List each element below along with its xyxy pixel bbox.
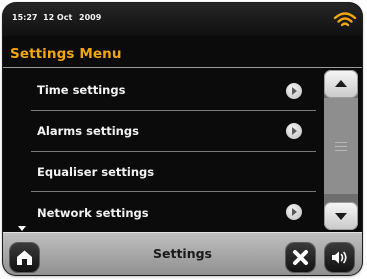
chevron-right-icon[interactable] <box>286 83 302 99</box>
page-title: Settings Menu <box>10 46 122 62</box>
date-year: 2009 <box>79 13 102 22</box>
volume-icon <box>332 251 347 264</box>
title-divider <box>3 67 362 68</box>
menu-item-equaliser-settings[interactable]: Equaliser settings <box>3 152 315 192</box>
menu-item-label: Alarms settings <box>37 124 139 138</box>
scrollbar-thumb[interactable] <box>324 98 358 194</box>
more-below-triangle-icon <box>18 226 26 231</box>
menu-item-label: Equaliser settings <box>37 165 155 179</box>
chevron-right-icon[interactable] <box>286 123 302 139</box>
volume-button[interactable] <box>325 243 354 272</box>
bottom-bar: Settings <box>3 232 362 275</box>
menu-item-time-settings[interactable]: Time settings <box>3 70 315 110</box>
scroll-down-button[interactable] <box>324 202 358 230</box>
status-bar: 15:27 12 Oct 2009 <box>3 3 362 36</box>
close-button[interactable] <box>286 243 315 272</box>
grip-line <box>335 146 347 147</box>
menu-item-label: Network settings <box>37 206 149 220</box>
scroll-up-icon <box>335 80 347 87</box>
wifi-signal-icon <box>333 12 357 27</box>
scroll-down-icon <box>335 213 347 220</box>
clock-time: 15:27 <box>12 13 38 22</box>
close-icon <box>293 250 308 265</box>
grip-line <box>335 142 347 143</box>
menu-item-label: Time settings <box>37 83 126 97</box>
menu-item-network-settings[interactable]: Network settings <box>3 192 315 232</box>
menu-item-alarms-settings[interactable]: Alarms settings <box>3 111 315 151</box>
device-screen: 15:27 12 Oct 2009 Settings Menu Time set… <box>3 3 362 275</box>
scroll-up-button[interactable] <box>324 70 358 98</box>
chevron-right-icon[interactable] <box>286 204 302 220</box>
grip-line <box>335 150 347 151</box>
date-day-month: 12 Oct <box>43 13 73 22</box>
